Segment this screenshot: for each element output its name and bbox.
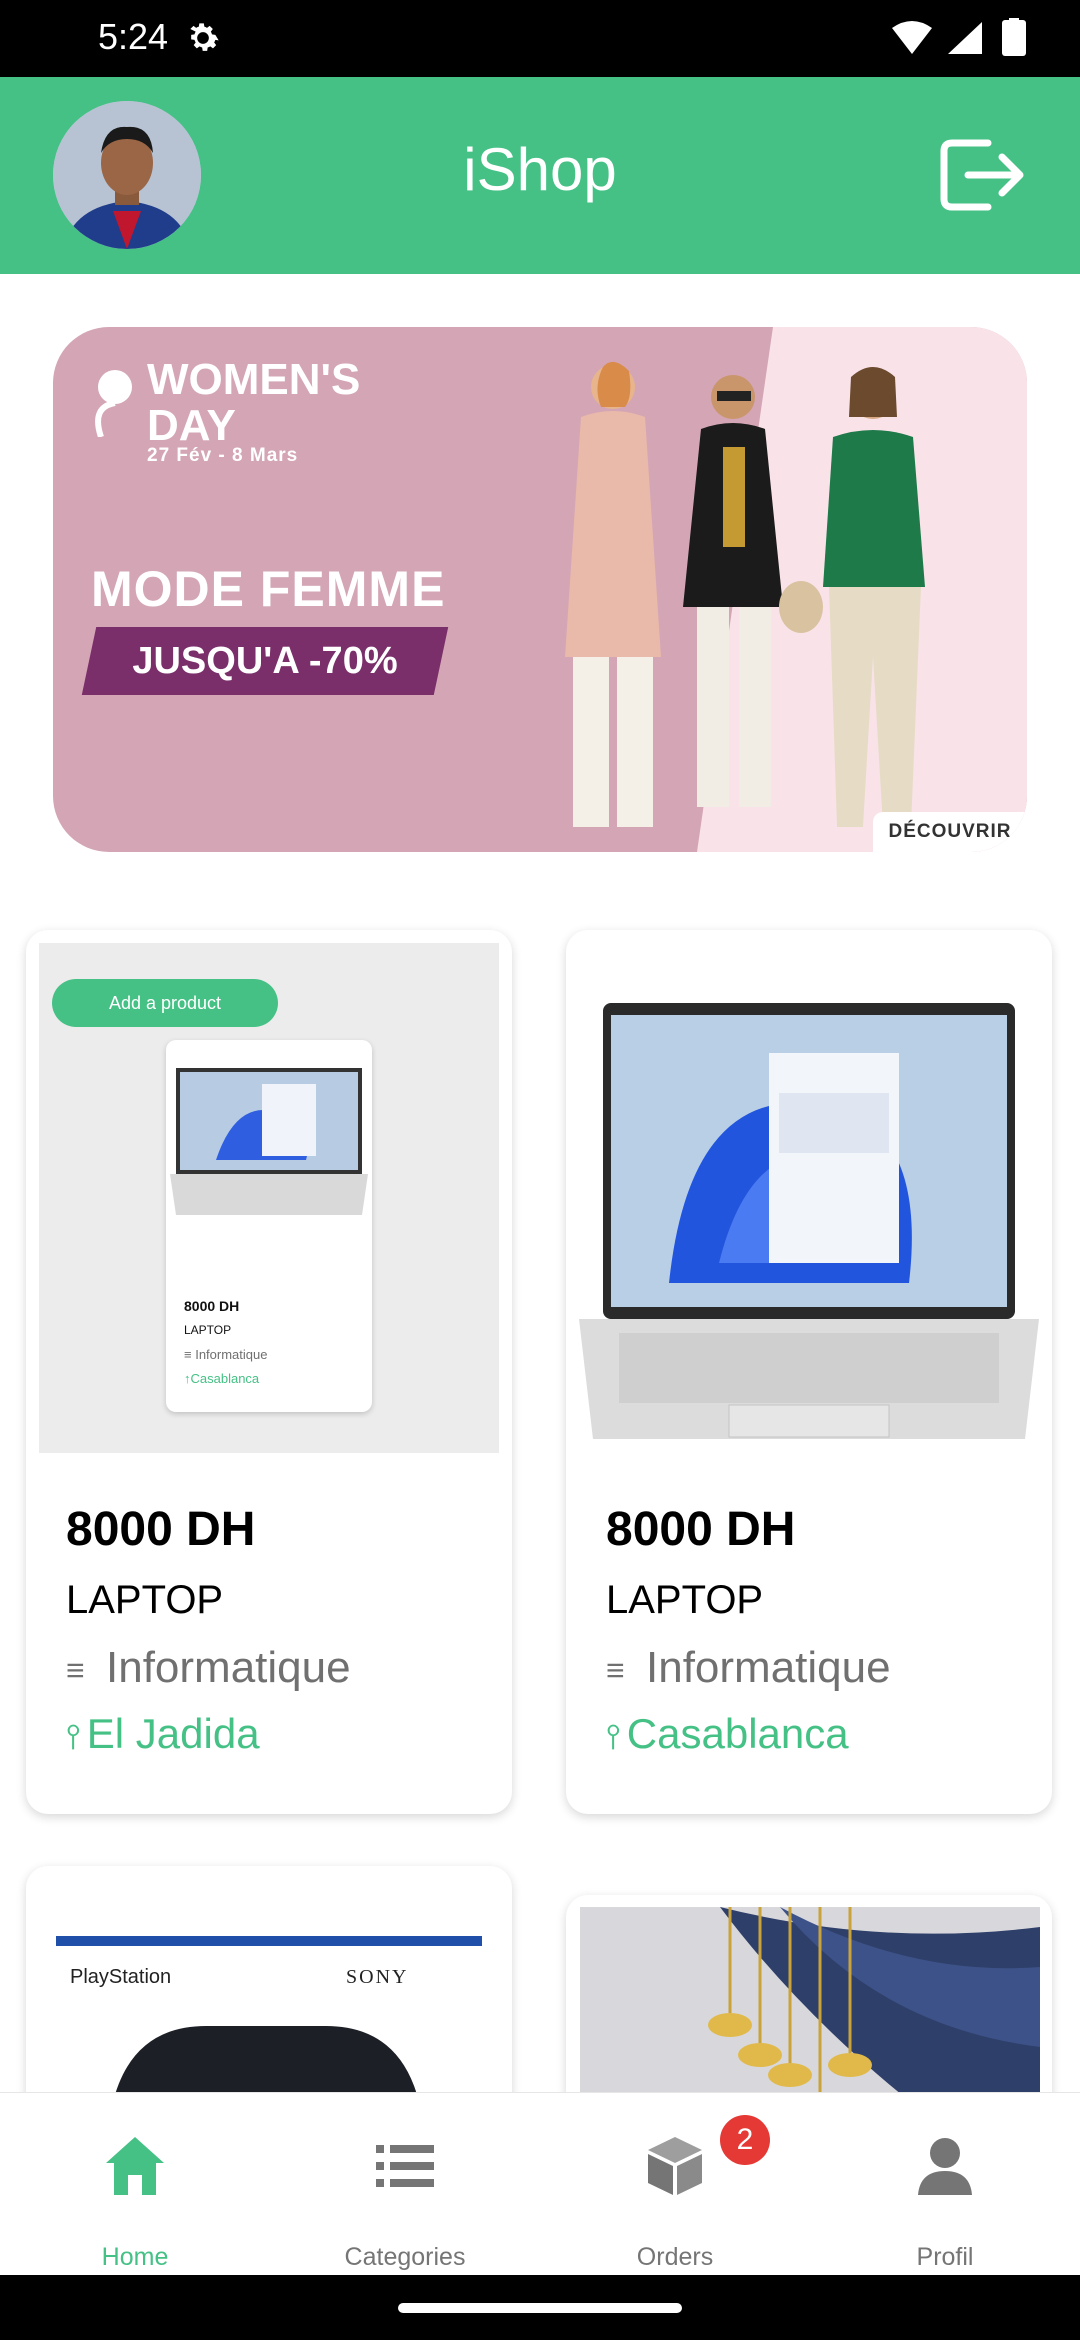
promo-banner[interactable]: WOMEN'S DAY 27 Fév - 8 Mars MODE FEMME J… [53,327,1027,852]
banner-discount: JUSQU'A -70% [81,627,449,695]
banner-cta[interactable]: DÉCOUVRIR [873,812,1027,852]
nav-categories-label: Categories [344,2243,466,2271]
wifi-icon [892,21,932,54]
nav-home[interactable]: Home [0,2093,270,2276]
gesture-bar [0,2275,1080,2340]
nav-profil[interactable]: Profil [810,2093,1080,2276]
preview-laptop-image [170,1068,368,1215]
product-category: ≡ Informatique [606,1643,891,1692]
nav-orders[interactable]: 2 Orders [540,2093,810,2276]
banner-headline: WOMEN'S DAY [147,355,361,450]
nav-home-label: Home [101,2243,169,2271]
preview-card: 8000 DH LAPTOP ≡ Informatique ↑Casablanc… [166,1040,372,1412]
preview-name: LAPTOP [184,1323,232,1337]
brand-playstation: PlayStation [70,1966,172,1988]
banner-title: MODE FEMME [91,561,446,617]
battery-icon [1002,20,1026,56]
list-icon: ≡ [606,1651,625,1688]
product-image: Add a product 8000 DH LAPTOP ≡ Informati… [39,943,499,1453]
add-product-button: Add a product [52,979,278,1027]
orders-badge: 2 [720,2115,770,2165]
product-city: ⫯ El Jadida [66,1710,260,1757]
logout-icon[interactable] [938,137,1024,213]
app-title: iShop [463,136,617,203]
person-icon [918,2138,972,2195]
location-pin-icon: ⫯ [66,1718,81,1756]
location-pin-icon: ⫯ [606,1718,621,1756]
woman-silhouette-icon [95,370,132,437]
nav-orders-label: Orders [636,2243,714,2271]
status-time: 5:24 [98,16,169,57]
preview-category: ≡ Informatique [184,1347,268,1362]
preview-city: ↑Casablanca [184,1371,260,1386]
list-icon: ≡ [66,1651,85,1688]
brand-sony: SONY [346,1966,409,1988]
nav-profil-label: Profil [916,2243,974,2271]
product-name: LAPTOP [606,1578,764,1622]
product-price: 8000 DH [606,1503,796,1556]
nav-categories[interactable]: Categories [270,2093,540,2276]
list-icon [376,2145,434,2187]
product-card[interactable]: Add a product 8000 DH LAPTOP ≡ Informati… [26,930,512,1814]
product-image [579,943,1039,1453]
preview-price: 8000 DH [184,1298,240,1314]
product-category: ≡ Informatique [66,1643,351,1692]
product-price: 8000 DH [66,1503,256,1556]
home-indicator[interactable] [398,2303,682,2313]
app-bar: iShop [0,77,1080,274]
system-status-icons [892,18,1026,56]
banner-dates: 27 Fév - 8 Mars [147,445,299,466]
banner-models-image [565,361,925,827]
settings-gear-icon [190,23,219,51]
signal-icon [948,22,982,54]
package-icon [648,2137,702,2195]
status-bar: 5:24 [0,0,1080,77]
product-city: ⫯ Casablanca [606,1710,849,1757]
bottom-navigation: Home Categories 2 Orders Profil [0,2092,1080,2275]
home-icon [106,2137,164,2195]
product-card[interactable]: 8000 DH LAPTOP ≡ Informatique ⫯ Casablanca [566,930,1052,1814]
product-name: LAPTOP [66,1578,224,1622]
